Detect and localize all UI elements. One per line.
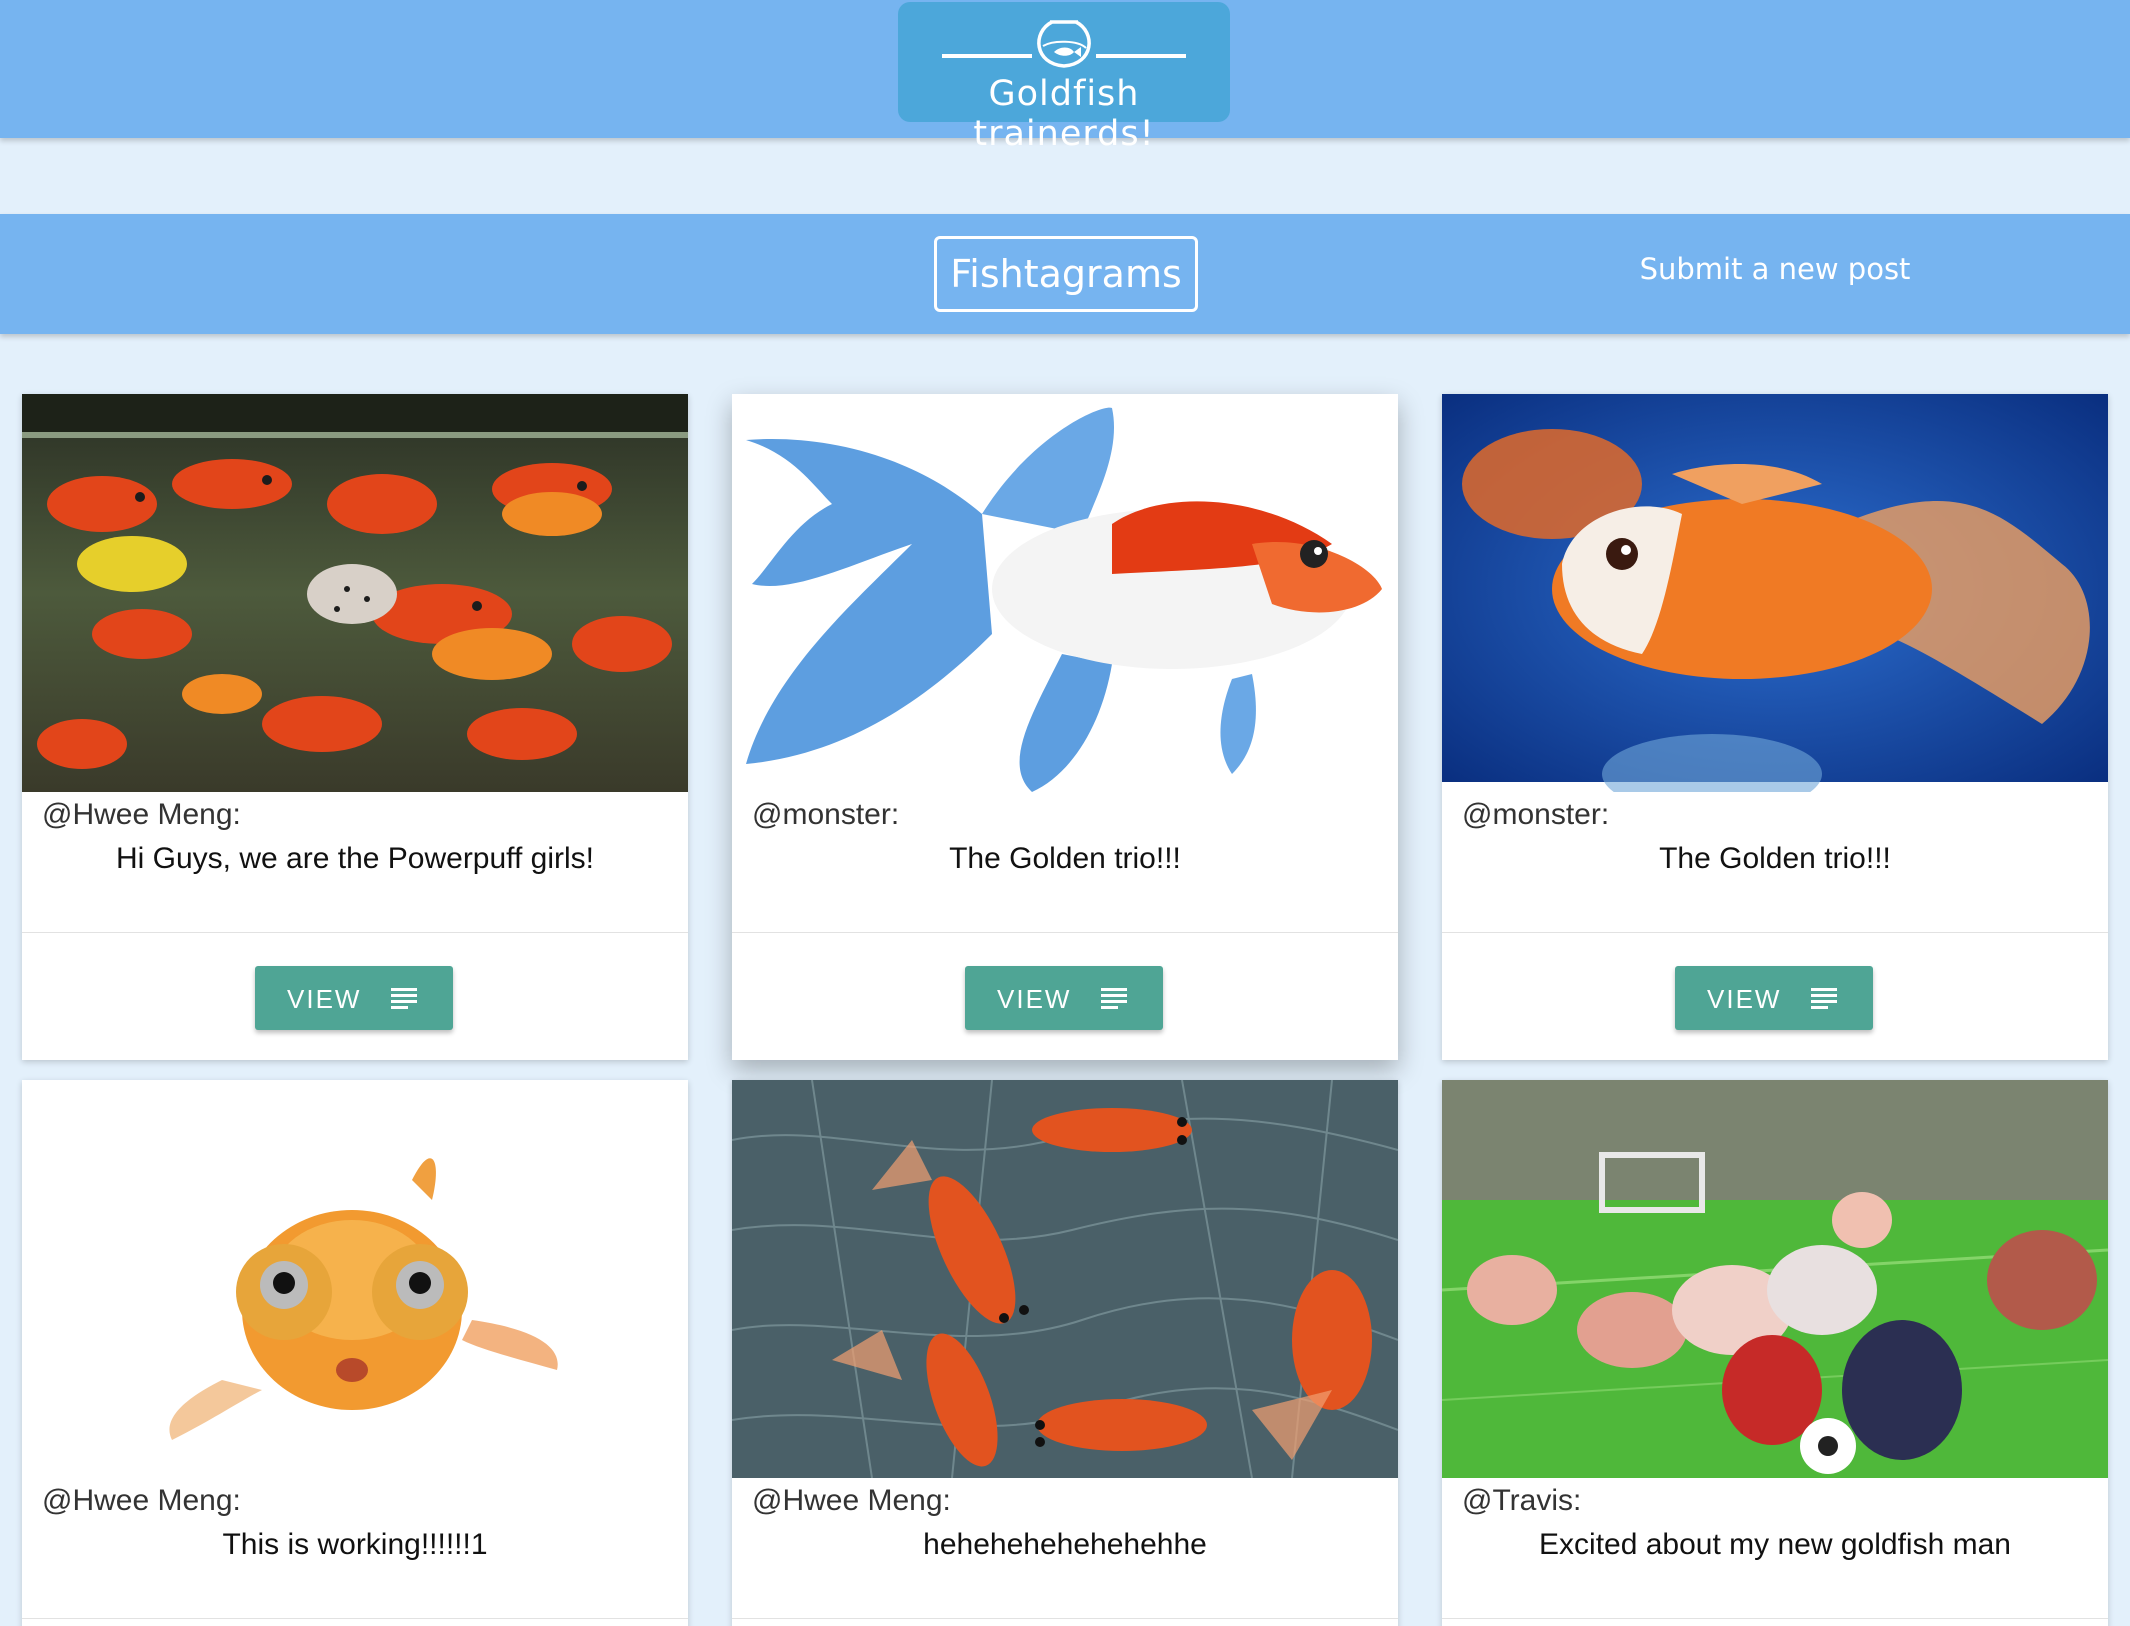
post-username: @Hwee Meng: bbox=[42, 1484, 241, 1517]
page: Goldfish trainerds! Fishtagrams Submit a… bbox=[0, 0, 2130, 1626]
top-header: Goldfish trainerds! bbox=[0, 0, 2130, 154]
post-username: @Hwee Meng: bbox=[752, 1484, 951, 1517]
post-username: @monster: bbox=[752, 798, 900, 831]
post-card: @monster: The Golden trio!!! VIEW bbox=[732, 394, 1398, 1060]
list-icon bbox=[1811, 988, 1837, 1009]
post-card: @Hwee Meng: hehehehehehehehhe bbox=[732, 1080, 1398, 1626]
post-card: @Hwee Meng: Hi Guys, we are the Powerpuf… bbox=[22, 394, 688, 1060]
post-image[interactable] bbox=[1442, 1080, 2108, 1478]
fishbowl-icon bbox=[942, 20, 1186, 68]
post-image[interactable] bbox=[732, 394, 1398, 792]
card-divider bbox=[22, 1618, 688, 1619]
view-button[interactable]: VIEW bbox=[255, 966, 453, 1030]
post-image[interactable] bbox=[1442, 394, 2108, 792]
view-button[interactable]: VIEW bbox=[965, 966, 1163, 1030]
post-caption: Hi Guys, we are the Powerpuff girls! bbox=[116, 842, 594, 875]
view-button-label: VIEW bbox=[997, 984, 1072, 1014]
post-image[interactable] bbox=[732, 1080, 1398, 1478]
post-caption: hehehehehehehehhe bbox=[923, 1528, 1207, 1561]
nav-fishtagrams[interactable]: Fishtagrams bbox=[934, 236, 1198, 312]
list-icon bbox=[391, 988, 417, 1009]
card-divider bbox=[732, 932, 1398, 933]
post-caption: The Golden trio!!! bbox=[1659, 842, 1891, 875]
post-username: @Travis: bbox=[1462, 1484, 1582, 1517]
nav-bar: Fishtagrams Submit a new post bbox=[0, 214, 2130, 334]
site-logo[interactable]: Goldfish trainerds! bbox=[898, 2, 1230, 154]
card-divider bbox=[732, 1618, 1398, 1619]
card-divider bbox=[22, 932, 688, 933]
post-caption: This is working!!!!!!1 bbox=[222, 1528, 488, 1561]
card-divider bbox=[1442, 1618, 2108, 1619]
post-image[interactable] bbox=[22, 394, 688, 792]
post-card: @monster: The Golden trio!!! VIEW bbox=[1442, 394, 2108, 1060]
post-username: @Hwee Meng: bbox=[42, 798, 241, 831]
post-card: @Travis: Excited about my new goldfish m… bbox=[1442, 1080, 2108, 1626]
card-divider bbox=[1442, 932, 2108, 933]
view-button-label: VIEW bbox=[1707, 984, 1782, 1014]
post-caption: The Golden trio!!! bbox=[949, 842, 1181, 875]
list-icon bbox=[1101, 988, 1127, 1009]
post-card: @Hwee Meng: This is working!!!!!!1 bbox=[22, 1080, 688, 1626]
view-button-label: VIEW bbox=[287, 984, 362, 1014]
post-username: @monster: bbox=[1462, 798, 1610, 831]
nav-submit-post[interactable]: Submit a new post bbox=[1620, 252, 1930, 286]
view-button[interactable]: VIEW bbox=[1675, 966, 1873, 1030]
post-caption: Excited about my new goldfish man bbox=[1539, 1528, 2011, 1561]
logo-text: Goldfish trainerds! bbox=[973, 74, 1155, 154]
post-image[interactable] bbox=[22, 1080, 688, 1478]
